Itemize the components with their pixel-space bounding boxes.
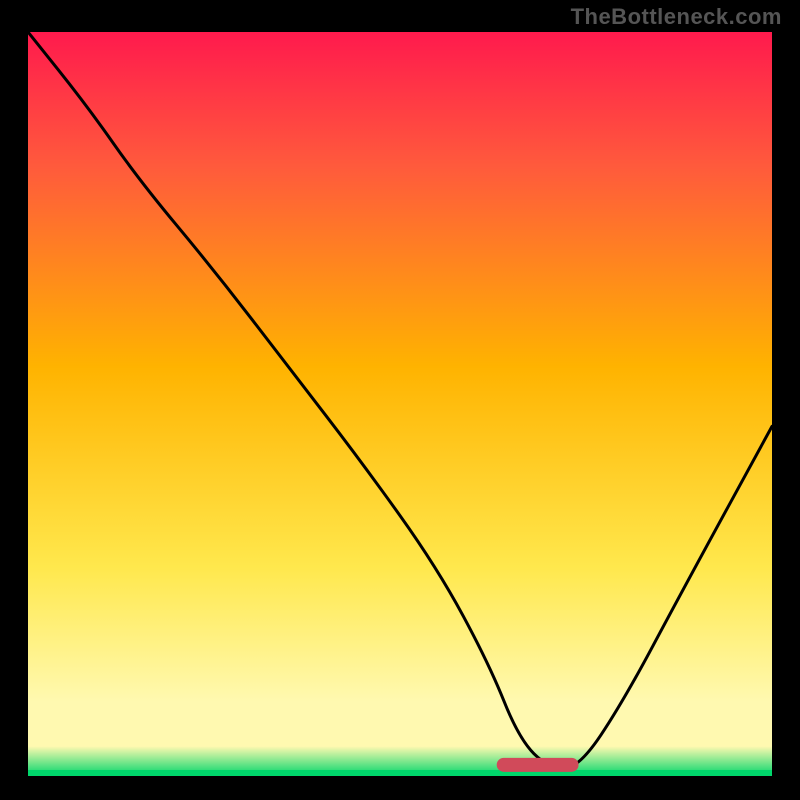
- attribution-label: TheBottleneck.com: [571, 4, 782, 30]
- chart-svg: [28, 32, 772, 776]
- bottleneck-chart: [28, 32, 772, 776]
- optimal-zone-marker: [497, 758, 579, 772]
